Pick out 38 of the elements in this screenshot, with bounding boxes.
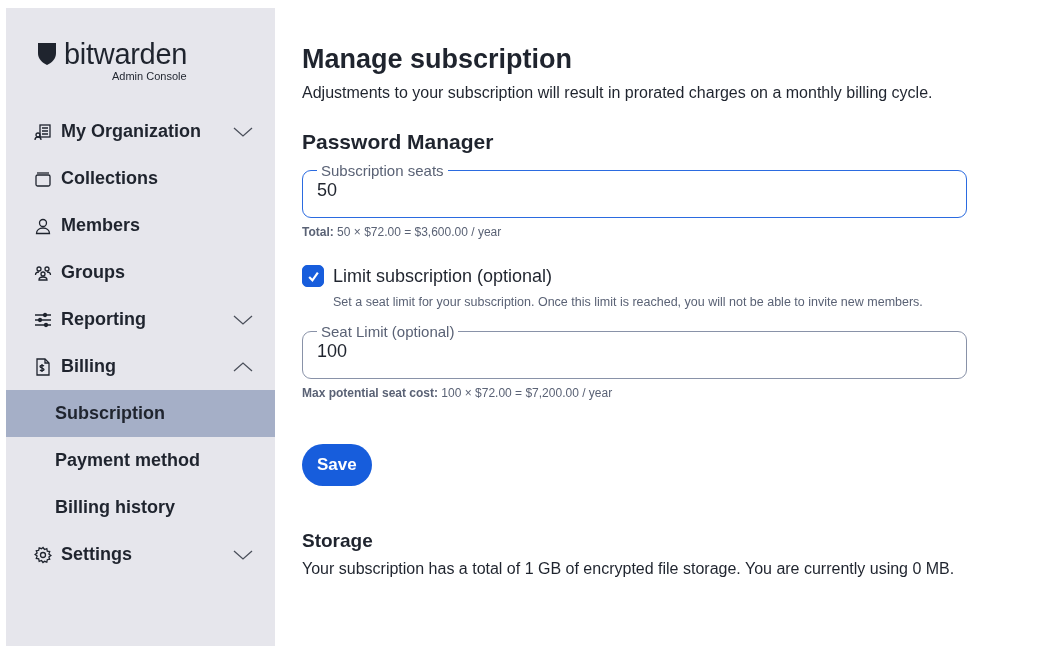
page-description: Adjustments to your subscription will result in prorated charges on a monthly billing cycle.	[302, 84, 934, 102]
page-title: Manage subscription	[302, 44, 574, 76]
chevron-down-icon[interactable]	[233, 549, 253, 560]
seats-total-text: Total: 50 × $72.00 = $3,600.00 / year	[302, 225, 503, 239]
building-person-icon	[34, 122, 52, 141]
person-icon	[34, 216, 52, 235]
logo-wordmark: bitwarden	[64, 38, 188, 70]
logo-subtitle: Admin Console	[112, 70, 187, 82]
limit-hint-text: Set a seat limit for your subscription. Once this limit is reached, you will not be able to invite new members.	[333, 295, 924, 309]
seat-limit-input-field[interactable]: Seat Limit (optional) 100	[302, 323, 967, 379]
tray-icon	[34, 169, 52, 188]
max-cost-text: Max potential seat cost: 100 × $72.00 = $7,200.00 / year	[302, 386, 614, 400]
nav-item[interactable]: Members	[6, 202, 275, 249]
checkmark-icon	[306, 269, 320, 283]
nav-subitem[interactable]: Payment method	[6, 437, 275, 484]
seats-input-field[interactable]: Subscription seats 50	[302, 162, 967, 218]
limit-checkbox[interactable]	[302, 265, 324, 287]
nav-item[interactable]: Billing	[6, 343, 275, 390]
nav-item[interactable]: Reporting	[6, 296, 275, 343]
nav-item[interactable]: Collections	[6, 155, 275, 202]
chevron-down-icon[interactable]	[233, 126, 253, 137]
nav-subitem[interactable]: Subscription	[6, 390, 275, 437]
nav-item[interactable]: Settings	[6, 531, 275, 578]
dollar-document-icon	[34, 357, 52, 376]
storage-text: Your subscription has a total of 1 GB of encrypted file storage. You are currently using 0 MB.	[302, 560, 956, 578]
storage-title: Storage	[302, 530, 374, 552]
limit-checkbox-label: Limit subscription (optional)	[333, 265, 553, 287]
chevron-down-icon[interactable]	[233, 314, 253, 325]
chevron-up-icon[interactable]	[233, 361, 253, 372]
nav-item[interactable]: Groups	[6, 249, 275, 296]
people-icon	[34, 263, 52, 282]
section-title: Password Manager	[302, 130, 495, 154]
save-button[interactable]: Save	[302, 444, 372, 486]
shield-icon	[37, 42, 57, 66]
nav-item[interactable]: My Organization	[6, 108, 275, 155]
sliders-icon	[34, 310, 52, 329]
nav-subitem[interactable]: Billing history	[6, 484, 275, 531]
settings-icon	[34, 545, 52, 564]
